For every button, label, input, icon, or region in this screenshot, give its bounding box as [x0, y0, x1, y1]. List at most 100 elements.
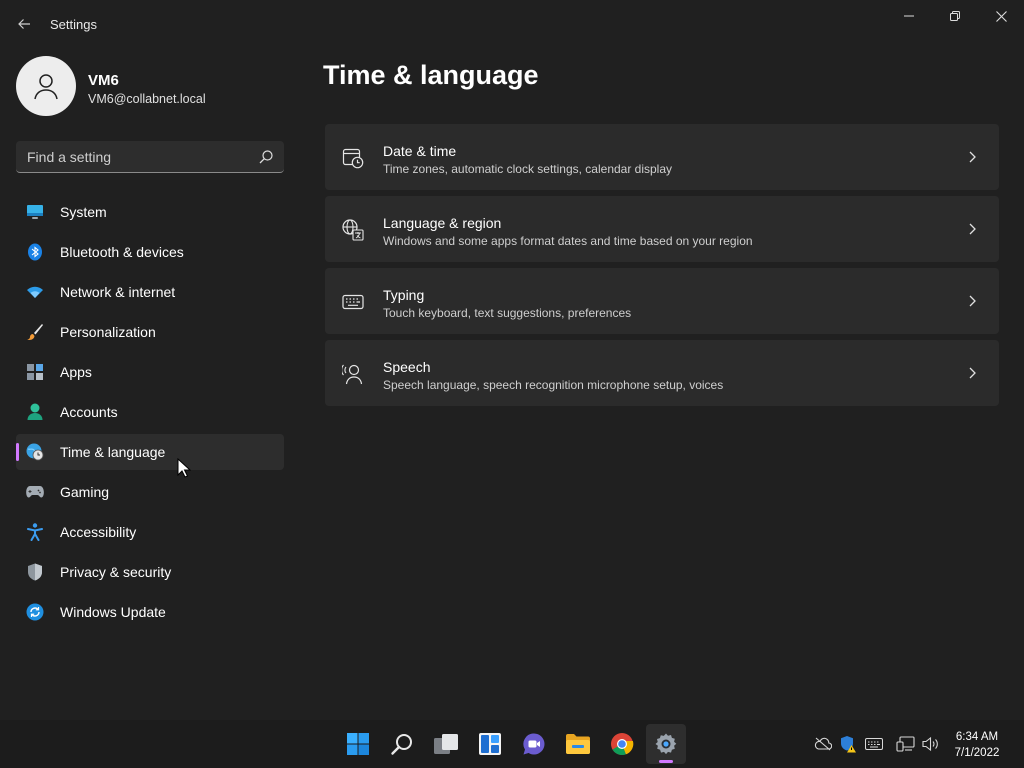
user-email: VM6@collabnet.local [88, 92, 206, 106]
card-description: Time zones, automatic clock settings, ca… [383, 162, 673, 176]
file-explorer-icon [566, 734, 590, 754]
search-icon[interactable] [258, 149, 274, 165]
sidebar-item-label: Windows Update [60, 604, 166, 620]
apps-icon [26, 363, 44, 381]
shield-icon [26, 563, 44, 581]
update-icon [26, 603, 44, 621]
minimize-button[interactable] [886, 0, 932, 32]
bluetooth-icon [26, 243, 44, 261]
sidebar-item-label: Bluetooth & devices [60, 244, 184, 260]
search-icon [391, 734, 412, 755]
settings-icon [655, 733, 677, 755]
sidebar-item-label: System [60, 204, 107, 220]
account-icon [26, 403, 44, 421]
back-button[interactable] [12, 12, 36, 36]
chat-button[interactable] [514, 724, 554, 764]
sidebar-item-label: Accessibility [60, 524, 137, 540]
card-title: Typing [383, 287, 425, 303]
sidebar-item-time-language[interactable]: Time & language [16, 434, 284, 470]
sidebar-item-label: Accounts [60, 404, 118, 420]
sidebar-item-label: Personalization [60, 324, 156, 340]
sidebar-item-network[interactable]: Network & internet [16, 274, 284, 310]
task-view-icon [434, 734, 458, 754]
widgets-icon [479, 733, 501, 755]
chevron-right-icon [969, 367, 976, 379]
card-description: Windows and some apps format dates and t… [383, 234, 753, 248]
sidebar-item-label: Apps [60, 364, 92, 380]
brush-icon [26, 323, 44, 341]
sidebar-item-label: Network & internet [60, 284, 176, 300]
globe-clock-icon [26, 443, 44, 461]
title-bar: Settings [0, 0, 1024, 48]
chat-icon [523, 733, 545, 755]
card-date-time[interactable]: Date & time Time zones, automatic clock … [325, 124, 999, 190]
sidebar-item-label: Gaming [60, 484, 110, 500]
sidebar-item-windows-update[interactable]: Windows Update [16, 594, 284, 630]
card-title: Language & region [383, 215, 502, 231]
sidebar-item-apps[interactable]: Apps [16, 354, 284, 390]
card-speech[interactable]: Speech Speech language, speech recogniti… [325, 340, 999, 406]
restore-icon [950, 11, 960, 21]
search-input[interactable] [16, 141, 246, 172]
wifi-icon [26, 283, 44, 301]
file-explorer-button[interactable] [558, 724, 598, 764]
chevron-right-icon [969, 223, 976, 235]
user-profile[interactable]: VM6 VM6@collabnet.local [16, 56, 286, 118]
clock-date: 7/1/2022 [954, 747, 1000, 759]
sidebar-item-system[interactable]: System [16, 194, 284, 230]
keyboard-icon [342, 291, 364, 313]
settings-taskbar-button[interactable] [646, 724, 686, 764]
start-button[interactable] [338, 724, 378, 764]
onedrive-offline-icon[interactable] [813, 734, 833, 754]
settings-cards: Date & time Time zones, automatic clock … [325, 124, 999, 412]
sidebar-item-accounts[interactable]: Accounts [16, 394, 284, 430]
sidebar-item-label: Time & language [60, 444, 166, 460]
card-title: Speech [383, 359, 431, 375]
chevron-right-icon [969, 295, 976, 307]
speech-icon [342, 363, 364, 385]
task-view-button[interactable] [426, 724, 466, 764]
card-title: Date & time [383, 143, 457, 159]
close-button[interactable] [978, 0, 1024, 32]
user-name: VM6 [88, 72, 119, 89]
sidebar-item-label: Privacy & security [60, 564, 172, 580]
keyboard-icon[interactable] [864, 734, 884, 754]
arrow-left-icon [18, 19, 30, 29]
card-description: Speech language, speech recognition micr… [383, 378, 724, 392]
sidebar-item-accessibility[interactable]: Accessibility [16, 514, 284, 550]
monitor-icon [26, 203, 44, 221]
close-icon [995, 10, 1007, 22]
app-title: Settings [50, 17, 97, 32]
search-box [16, 141, 284, 173]
minimize-icon [904, 15, 914, 17]
avatar [16, 56, 76, 116]
sidebar-nav: System Bluetooth & devices Network & int… [16, 194, 284, 634]
security-warning-icon[interactable] [838, 734, 858, 754]
volume-icon[interactable] [921, 734, 941, 754]
clock-time: 6:34 AM [955, 731, 999, 743]
sidebar-item-personalization[interactable]: Personalization [16, 314, 284, 350]
user-icon [34, 74, 58, 100]
accessibility-icon [26, 523, 44, 541]
restore-button[interactable] [932, 0, 978, 32]
chrome-button[interactable] [602, 724, 642, 764]
language-icon [342, 219, 364, 241]
page-title: Time & language [323, 60, 539, 90]
widgets-button[interactable] [470, 724, 510, 764]
start-icon [347, 733, 369, 755]
taskbar-search-button[interactable] [382, 724, 422, 764]
taskbar: 6:34 AM 7/1/2022 [0, 720, 1024, 768]
sidebar-item-bluetooth[interactable]: Bluetooth & devices [16, 234, 284, 270]
card-description: Touch keyboard, text suggestions, prefer… [383, 306, 632, 320]
gamepad-icon [26, 483, 44, 501]
card-typing[interactable]: Typing Touch keyboard, text suggestions,… [325, 268, 999, 334]
sidebar-item-privacy[interactable]: Privacy & security [16, 554, 284, 590]
sidebar-item-gaming[interactable]: Gaming [16, 474, 284, 510]
card-language-region[interactable]: Language & region Windows and some apps … [325, 196, 999, 262]
chrome-icon [611, 733, 634, 756]
taskbar-clock[interactable]: 6:34 AM 7/1/2022 [944, 729, 1010, 761]
calendar-clock-icon [342, 147, 364, 169]
mouse-cursor-icon [177, 458, 191, 478]
network-icon[interactable] [896, 734, 916, 754]
chevron-right-icon [969, 151, 976, 163]
